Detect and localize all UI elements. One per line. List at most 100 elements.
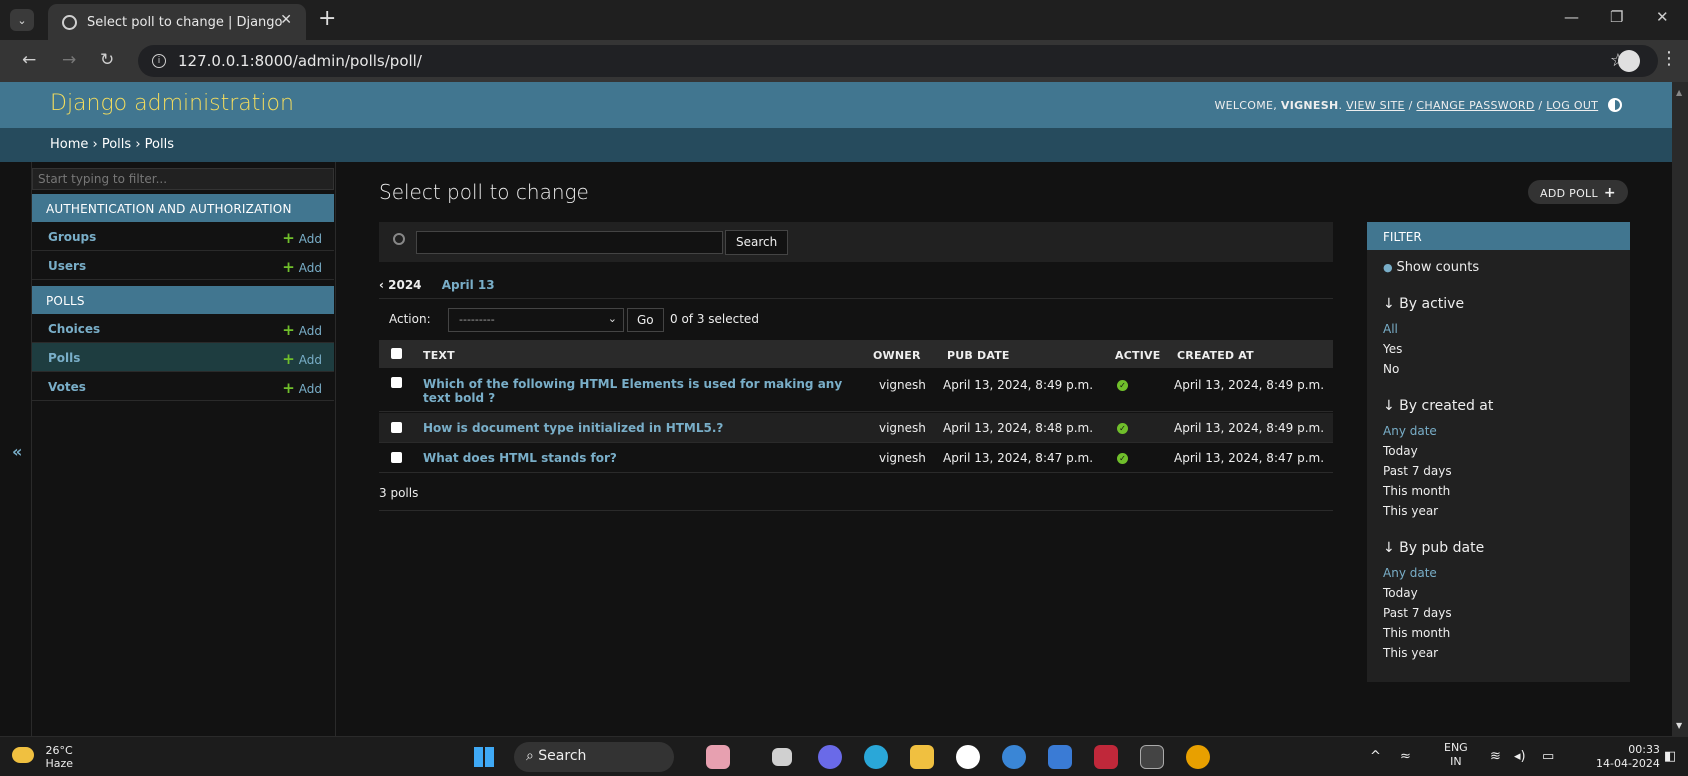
search-button[interactable]: Search — [725, 230, 789, 255]
python-app-icon[interactable] — [1002, 745, 1026, 769]
browser-tab-active[interactable]: Select poll to change | Django s ✕ — [48, 4, 306, 40]
tray-expand-icon[interactable]: ^ — [1370, 749, 1381, 764]
minimize-icon[interactable]: — — [1564, 8, 1579, 26]
column-text[interactable]: TEXT — [423, 349, 455, 362]
meet-app-icon[interactable] — [818, 745, 842, 769]
task-view-icon[interactable] — [772, 748, 792, 766]
collapse-sidebar-icon[interactable]: « — [12, 442, 22, 461]
date-current: April 13 — [441, 278, 495, 292]
site-info-icon[interactable]: i — [152, 54, 166, 68]
poll-link[interactable]: What does HTML stands for? — [423, 451, 617, 465]
tab-title: Select poll to change | Django s — [87, 14, 287, 30]
new-tab-plus-icon[interactable]: + — [318, 6, 336, 31]
filter-created-any[interactable]: Any date — [1383, 424, 1437, 438]
scroll-down-icon[interactable]: ▼ — [1676, 721, 1682, 730]
taskbar: 26°C Haze ⌕ Search ^ ≈ ENG IN ≋ ◂) ▭ 00:33… — [0, 736, 1688, 776]
poll-text-cell: What does HTML stands for? — [423, 451, 617, 465]
column-pub-date[interactable]: PUB DATE — [947, 349, 1010, 362]
sidebar-item-users[interactable]: Users + Add — [32, 251, 334, 280]
back-arrow-icon[interactable]: ← — [22, 50, 36, 70]
filter-active-yes[interactable]: Yes — [1383, 342, 1402, 356]
site-branding[interactable]: Django administration — [50, 91, 294, 116]
row-checkbox[interactable] — [391, 422, 402, 433]
poll-text-cell: How is document type initialized in HTML… — [423, 421, 723, 435]
filter-active-all[interactable]: All — [1383, 322, 1398, 336]
add-choices-link[interactable]: + Add — [282, 321, 322, 339]
file-explorer-icon[interactable] — [910, 745, 934, 769]
breadcrumb[interactable]: Home › Polls › Polls — [0, 128, 1672, 162]
filter-created-year[interactable]: This year — [1383, 504, 1438, 518]
battery-icon[interactable]: ▭ — [1542, 749, 1554, 764]
onedrive-icon[interactable]: ≈ — [1400, 749, 1411, 764]
add-groups-link[interactable]: + Add — [282, 229, 322, 247]
column-active[interactable]: ACTIVE — [1115, 349, 1160, 362]
filter-pub-year[interactable]: This year — [1383, 646, 1438, 660]
filter-active-no[interactable]: No — [1383, 362, 1399, 376]
scroll-up-icon[interactable]: ▲ — [1676, 88, 1682, 97]
windows-start-icon[interactable] — [474, 747, 494, 767]
theme-toggle-icon[interactable] — [1608, 98, 1622, 112]
poll-link[interactable]: How is document type initialized in HTML… — [423, 421, 723, 435]
browser-menu-icon[interactable]: ⋮ — [1660, 48, 1678, 69]
change-password-link[interactable]: CHANGE PASSWORD — [1416, 99, 1534, 112]
add-votes-link[interactable]: + Add — [282, 379, 322, 397]
view-site-link[interactable]: VIEW SITE — [1346, 99, 1405, 112]
go-button[interactable]: Go — [627, 308, 664, 332]
sidebar-item-votes[interactable]: Votes + Add — [32, 372, 334, 401]
wifi-icon[interactable]: ≋ — [1490, 749, 1501, 764]
notification-icon[interactable]: ◧ — [1664, 749, 1676, 764]
tab-search-chevron-icon[interactable]: ⌄ — [10, 9, 34, 31]
show-counts-link[interactable]: ● Show counts — [1383, 260, 1479, 275]
filter-created-today[interactable]: Today — [1383, 444, 1418, 458]
filter-pub-any[interactable]: Any date — [1383, 566, 1437, 580]
profile-avatar-icon[interactable] — [1618, 50, 1640, 72]
module-caption-polls[interactable]: POLLS — [32, 286, 334, 314]
column-created-at[interactable]: CREATED AT — [1177, 349, 1254, 362]
sidebar-item-polls[interactable]: Polls + Add — [32, 343, 334, 372]
forward-arrow-icon[interactable]: → — [62, 50, 76, 70]
restore-icon[interactable]: ❐ — [1610, 8, 1623, 26]
filter-pub-month[interactable]: This month — [1383, 626, 1450, 640]
sidebar-item-groups[interactable]: Groups + Add — [32, 222, 334, 251]
microsoft-store-icon[interactable] — [1048, 745, 1072, 769]
store-app-icon[interactable] — [706, 745, 730, 769]
row-checkbox[interactable] — [391, 452, 402, 463]
edge-browser-icon[interactable] — [864, 745, 888, 769]
add-polls-link[interactable]: + Add — [282, 350, 322, 368]
terminal-icon[interactable] — [1140, 745, 1164, 769]
chrome-browser-icon[interactable] — [1186, 745, 1210, 769]
column-owner[interactable]: OWNER — [873, 349, 921, 362]
window-close-icon[interactable]: ✕ — [1656, 8, 1669, 26]
weather-widget[interactable]: 26°C Haze — [12, 744, 73, 770]
sidebar-item-choices[interactable]: Choices + Add — [32, 314, 334, 343]
address-bar[interactable]: i 127.0.0.1:8000/admin/polls/poll/ ☆ — [138, 45, 1658, 77]
filter-pub-today[interactable]: Today — [1383, 586, 1418, 600]
volume-icon[interactable]: ◂) — [1514, 749, 1526, 764]
module-caption-auth[interactable]: AUTHENTICATION AND AUTHORIZATION — [32, 194, 334, 222]
sidebar-toggle[interactable]: « — [0, 162, 32, 736]
github-app-icon[interactable] — [956, 745, 980, 769]
filter-panel: FILTER ● Show counts ↓ By active All Yes… — [1367, 222, 1630, 682]
django-header: Django administration WELCOME, VIGNESH. … — [0, 82, 1672, 128]
filter-created-month[interactable]: This month — [1383, 484, 1450, 498]
row-checkbox[interactable] — [391, 377, 402, 388]
select-all-checkbox[interactable] — [391, 348, 402, 359]
nav-filter-input[interactable]: Start typing to filter... — [32, 168, 334, 190]
tab-close-icon[interactable]: ✕ — [280, 12, 292, 28]
log-out-link[interactable]: LOG OUT — [1546, 99, 1598, 112]
language-indicator[interactable]: ENG IN — [1444, 741, 1468, 769]
system-clock[interactable]: 00:33 14-04-2024 — [1596, 743, 1660, 771]
sidebar: Start typing to filter... AUTHENTICATION… — [32, 162, 336, 736]
add-users-link[interactable]: + Add — [282, 258, 322, 276]
search-input[interactable] — [416, 231, 723, 254]
filter-pub-7days[interactable]: Past 7 days — [1383, 606, 1452, 620]
filter-created-7days[interactable]: Past 7 days — [1383, 464, 1452, 478]
add-poll-button[interactable]: ADD POLL + — [1528, 180, 1628, 204]
poll-link[interactable]: Which of the following HTML Elements is … — [423, 377, 842, 405]
date-back-link[interactable]: ‹ 2024 — [379, 278, 422, 292]
reload-icon[interactable]: ↻ — [100, 50, 114, 70]
mcafee-icon[interactable] — [1094, 745, 1118, 769]
taskbar-search[interactable]: ⌕ Search — [514, 742, 674, 772]
action-select[interactable]: --------- ⌄ — [448, 308, 624, 332]
page-scrollbar[interactable]: ▲ ▼ — [1672, 82, 1688, 736]
